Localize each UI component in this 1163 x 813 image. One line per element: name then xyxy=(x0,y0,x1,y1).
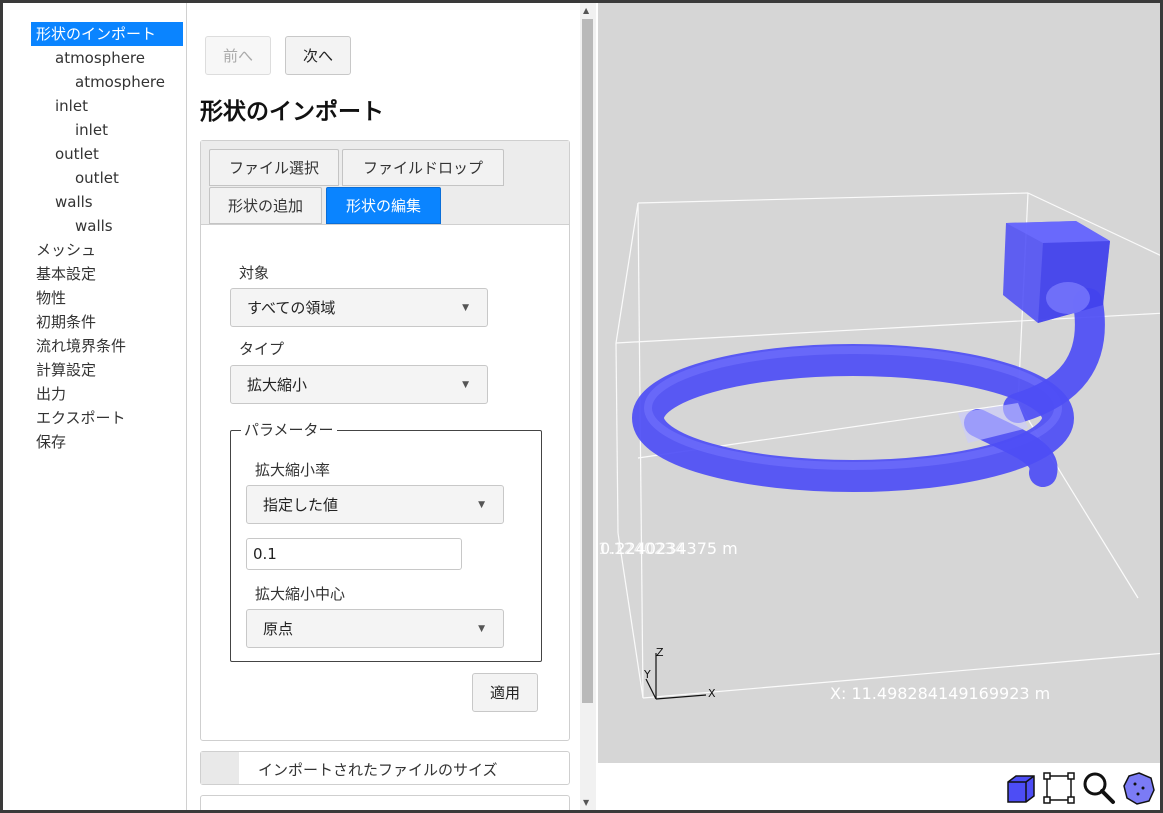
sidebar-item-walls[interactable]: walls xyxy=(3,190,186,214)
sidebar-item-flow-boundary[interactable]: 流れ境界条件 xyxy=(3,334,186,358)
section-toggle[interactable] xyxy=(201,752,239,784)
app-window: 形状のインポート atmosphere atmosphere inlet inl… xyxy=(0,0,1163,813)
target-label: 対象 xyxy=(239,264,270,282)
chevron-down-icon: ▼ xyxy=(478,624,485,634)
chevron-down-icon: ▼ xyxy=(478,500,485,510)
tab-file-select[interactable]: ファイル選択 xyxy=(209,149,339,186)
mesh-geometry xyxy=(632,221,1110,492)
imported-size-label: インポートされたファイルのサイズ xyxy=(258,761,498,779)
prev-button[interactable]: 前へ xyxy=(205,36,271,75)
scale-mode-select[interactable]: 指定した値 ▼ xyxy=(246,485,504,524)
axis-x-label: X xyxy=(708,687,716,700)
sidebar-subitem-atmosphere[interactable]: atmosphere xyxy=(3,70,186,94)
tab-edit-shape[interactable]: 形状の編集 xyxy=(326,187,441,224)
sidebar-item-atmosphere[interactable]: atmosphere xyxy=(3,46,186,70)
sidebar-item-mesh[interactable]: メッシュ xyxy=(3,238,186,262)
scale-center-value: 原点 xyxy=(263,620,294,638)
sidebar-item-initial-conditions[interactable]: 初期条件 xyxy=(3,310,186,334)
parameters-legend: パラメーター xyxy=(241,421,337,439)
apply-button[interactable]: 適用 xyxy=(472,673,538,712)
cube-view-icon[interactable] xyxy=(1002,770,1038,806)
zoom-icon[interactable] xyxy=(1081,770,1117,806)
scale-factor-label: 拡大縮小率 xyxy=(255,461,331,479)
chevron-down-icon: ▼ xyxy=(462,380,469,390)
sidebar-subitem-walls[interactable]: walls xyxy=(3,214,186,238)
scene-svg xyxy=(615,192,1160,700)
tab-bar: ファイル選択 ファイルドロップ 形状の追加 形状の編集 xyxy=(201,141,569,225)
sidebar-item-outlet[interactable]: outlet xyxy=(3,142,186,166)
axis-y-label: Y xyxy=(644,668,651,681)
type-label: タイプ xyxy=(239,340,285,358)
axis-z-label: Z xyxy=(656,646,664,659)
scale-value-input[interactable] xyxy=(246,538,462,570)
scale-mode-value: 指定した値 xyxy=(263,496,339,514)
sidebar-item-inlet[interactable]: inlet xyxy=(3,94,186,118)
import-card: ファイル選択 ファイルドロップ 形状の追加 形状の編集 対象 すべての領域 ▼ … xyxy=(200,140,570,741)
target-select-value: すべての領域 xyxy=(247,299,336,317)
sidebar-item-export[interactable]: エクスポート xyxy=(3,406,186,430)
type-select-value: 拡大縮小 xyxy=(247,376,308,394)
sidebar-item-import-shape[interactable]: 形状のインポート xyxy=(31,22,183,46)
3d-viewport[interactable]: Z Y X 0.2240234375 m 1.1240234 X: 11.498… xyxy=(598,3,1160,763)
sidebar-item-calc-settings[interactable]: 計算設定 xyxy=(3,358,186,382)
axis-gizmo xyxy=(645,653,707,700)
target-select[interactable]: すべての領域 ▼ xyxy=(230,288,488,327)
type-select[interactable]: 拡大縮小 ▼ xyxy=(230,365,488,404)
sphere-view-icon[interactable] xyxy=(1121,770,1157,806)
settings-panel: 前へ 次へ 形状のインポート ファイル選択 ファイルドロップ 形状の追加 形状の… xyxy=(188,3,580,810)
sidebar-item-save[interactable]: 保存 xyxy=(3,430,186,454)
sidebar-subitem-inlet[interactable]: inlet xyxy=(3,118,186,142)
sidebar-subitem-outlet[interactable]: outlet xyxy=(3,166,186,190)
page-title: 形状のインポート xyxy=(200,99,384,125)
scroll-up-icon[interactable]: ▲ xyxy=(583,6,589,15)
scale-center-select[interactable]: 原点 ▼ xyxy=(246,609,504,648)
scale-center-label: 拡大縮小中心 xyxy=(255,585,346,603)
viewer-toolbar xyxy=(598,763,1160,810)
next-button[interactable]: 次へ xyxy=(285,36,351,75)
sidebar-item-basic-settings[interactable]: 基本設定 xyxy=(3,262,186,286)
y-measure-overlap-label: 1.1240234 xyxy=(598,539,685,558)
panel-scrollbar[interactable]: ▲ ▼ xyxy=(580,3,596,810)
chevron-down-icon: ▼ xyxy=(462,303,469,313)
tab-file-drop[interactable]: ファイルドロップ xyxy=(342,149,504,186)
sidebar: 形状のインポート atmosphere atmosphere inlet inl… xyxy=(3,3,187,810)
imported-size-section[interactable]: インポートされたファイルのサイズ xyxy=(200,751,570,785)
x-measure-label: X: 11.498284149169923 m xyxy=(830,684,1051,703)
scroll-thumb[interactable] xyxy=(582,19,593,703)
next-section[interactable] xyxy=(200,795,570,810)
fit-bounds-icon[interactable] xyxy=(1041,770,1077,806)
sidebar-item-properties[interactable]: 物性 xyxy=(3,286,186,310)
scroll-down-icon[interactable]: ▼ xyxy=(583,798,589,807)
sidebar-item-output[interactable]: 出力 xyxy=(3,382,186,406)
parameters-fieldset: パラメーター 拡大縮小率 指定した値 ▼ 拡大縮小中心 原点 ▼ xyxy=(230,421,542,662)
tab-add-shape[interactable]: 形状の追加 xyxy=(209,187,322,224)
